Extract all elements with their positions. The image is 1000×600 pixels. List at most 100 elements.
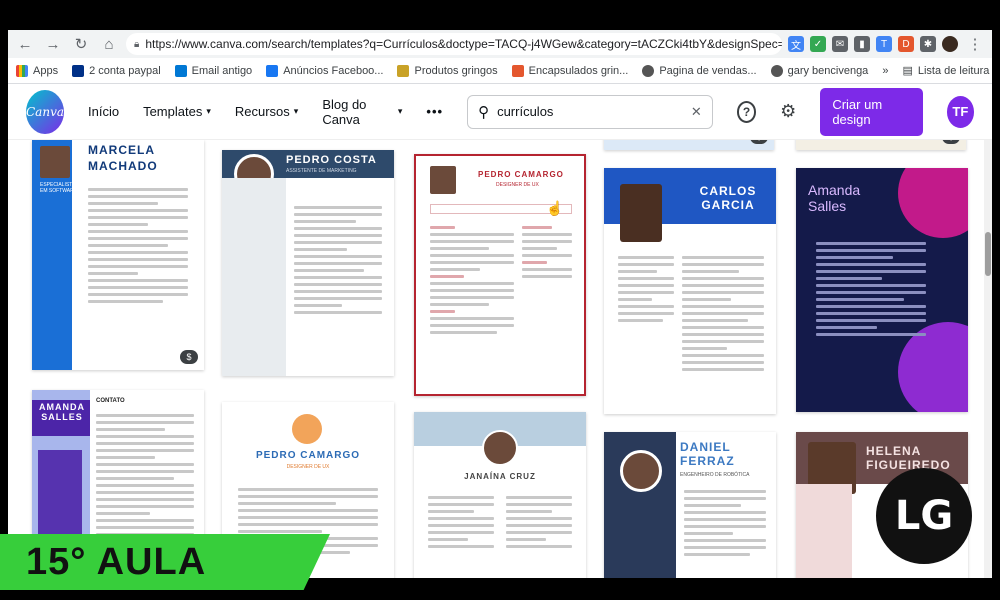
template-subtitle: CONTATO bbox=[96, 398, 125, 404]
document-icon bbox=[266, 64, 279, 77]
page-scrollbar[interactable] bbox=[984, 140, 992, 578]
lock-icon: 🔒︎ bbox=[134, 38, 140, 50]
template-card[interactable]: CARLOS GARCIA bbox=[604, 168, 776, 414]
product-icon bbox=[511, 64, 524, 77]
bookmark-pagina-vendas[interactable]: Pagina de vendas... bbox=[642, 64, 757, 77]
template-name: CARLOS GARCIA bbox=[699, 184, 757, 212]
price-badge: $ bbox=[180, 350, 198, 364]
url-text: https://www.canva.com/search/templates?q… bbox=[145, 37, 782, 51]
more-dots-icon[interactable]: ••• bbox=[426, 104, 443, 119]
template-subtitle: ESPECIALISTA EM SOFTWARE bbox=[40, 182, 78, 194]
reading-list[interactable]: ▤ Lista de leitura bbox=[902, 64, 989, 78]
text-lines bbox=[506, 492, 572, 552]
template-card-selected[interactable]: PEDRO CAMARGO DESIGNER DE UX ☝ bbox=[414, 154, 586, 396]
scrollbar-thumb[interactable] bbox=[985, 232, 991, 276]
mouse-cursor: ☝ bbox=[546, 200, 564, 216]
text-lines bbox=[618, 252, 674, 326]
bookmark-apps[interactable]: Apps bbox=[16, 64, 58, 77]
mail-extension-icon[interactable]: ✉ bbox=[832, 36, 848, 52]
template-name: PEDRO CAMARGO bbox=[478, 170, 564, 179]
reading-list-icon: ▤ bbox=[902, 65, 913, 77]
template-name: MARCELA MACHADO bbox=[88, 143, 158, 173]
profile-photo bbox=[40, 146, 70, 178]
nav-blog[interactable]: Blog do Canva ▾ bbox=[322, 97, 402, 127]
text-lines bbox=[96, 410, 194, 540]
template-grid: $ $ MARCELA MACHADO ESPECIALISTA EM SOFT… bbox=[8, 140, 992, 578]
menu-dots-icon[interactable]: ⋮ bbox=[964, 33, 986, 55]
template-name: Amanda Salles bbox=[808, 182, 861, 214]
canva-header: Canva Início Templates ▾ Recursos ▾ Blog d… bbox=[8, 84, 992, 140]
card-left-column bbox=[222, 178, 286, 376]
bookmark-extension-icon[interactable]: ▮ bbox=[854, 36, 870, 52]
template-card[interactable]: DANIEL FERRAZ ENGENHEIRO DE ROBÓTICA bbox=[604, 432, 776, 578]
template-name: PEDRO CAMARGO bbox=[255, 450, 361, 461]
home-icon[interactable]: ⌂ bbox=[98, 33, 120, 55]
template-card[interactable]: MARCELA MACHADO ESPECIALISTA EM SOFTWARE… bbox=[32, 140, 204, 370]
template-card[interactable]: JANAÍNA CRUZ bbox=[414, 412, 586, 578]
template-subtitle: ASSISTENTE DE MARKETING bbox=[286, 168, 357, 174]
template-name: JANAÍNA CRUZ bbox=[464, 472, 536, 481]
bookmark-produtos[interactable]: Produtos gringos bbox=[397, 64, 498, 77]
clear-icon[interactable]: ✕ bbox=[691, 104, 702, 120]
bookmark-encapsulados[interactable]: Encapsulados grin... bbox=[511, 64, 628, 77]
price-badge: $ bbox=[942, 140, 960, 144]
lesson-banner: 15° AULA bbox=[0, 534, 330, 590]
puzzle-icon[interactable]: ✱ bbox=[920, 36, 936, 52]
settings-gear-icon[interactable]: ⚙ bbox=[780, 101, 796, 122]
address-bar[interactable]: 🔒︎ https://www.canva.com/search/template… bbox=[126, 33, 782, 55]
text-lines bbox=[684, 486, 766, 560]
browser-toolbar: ← → ↻ ⌂ 🔒︎ https://www.canva.com/search/… bbox=[8, 30, 992, 58]
shield-extension-icon[interactable]: ✓ bbox=[810, 36, 826, 52]
user-avatar[interactable]: TF bbox=[946, 95, 974, 128]
text-lines bbox=[88, 184, 188, 307]
globe-icon bbox=[770, 64, 783, 77]
apps-grid-icon bbox=[16, 64, 28, 77]
nav-templates[interactable]: Templates ▾ bbox=[143, 104, 211, 119]
create-design-button[interactable]: Criar um design bbox=[820, 87, 923, 136]
bookmark-email[interactable]: Email antigo bbox=[174, 64, 252, 77]
template-subtitle: DESIGNER DE UX bbox=[286, 464, 330, 470]
bookmark-facebook-ads[interactable]: Anúncios Faceboo... bbox=[266, 64, 383, 77]
nav-inicio[interactable]: Início bbox=[88, 104, 119, 119]
template-card[interactable]: PEDRO COSTA ASSISTENTE DE MARKETING bbox=[222, 150, 394, 376]
profile-photo bbox=[482, 430, 518, 466]
translate-extension-icon[interactable]: 文 bbox=[788, 36, 804, 52]
price-badge: $ bbox=[750, 140, 768, 144]
template-subtitle: DESIGNER DE UX bbox=[496, 182, 539, 188]
text-lines bbox=[430, 222, 514, 338]
docs-extension-icon[interactable]: T bbox=[876, 36, 892, 52]
template-name: AMANDA SALLES bbox=[39, 402, 85, 422]
reload-icon[interactable]: ↻ bbox=[70, 33, 92, 55]
template-card-peek[interactable]: $ bbox=[796, 140, 966, 150]
canva-logo[interactable]: Canva bbox=[26, 89, 64, 134]
template-name: DANIEL FERRAZ bbox=[680, 440, 735, 468]
bookmarks-bar: Apps 2 conta paypal Email antigo Anúncio… bbox=[8, 58, 992, 84]
help-icon[interactable]: ? bbox=[736, 100, 757, 123]
search-input[interactable]: ⚲ currículos ✕ bbox=[467, 94, 713, 129]
chevron-right-icon[interactable]: » bbox=[882, 65, 888, 77]
template-card[interactable]: Amanda Salles bbox=[796, 168, 968, 412]
outlook-icon bbox=[174, 64, 187, 77]
video-frame: ← → ↻ ⌂ 🔒︎ https://www.canva.com/search/… bbox=[0, 0, 1000, 600]
back-icon[interactable]: ← bbox=[14, 33, 36, 55]
browser-window: ← → ↻ ⌂ 🔒︎ https://www.canva.com/search/… bbox=[8, 30, 992, 578]
chevron-down-icon: ▾ bbox=[206, 106, 211, 116]
bookmark-gary[interactable]: gary bencivenga bbox=[770, 64, 868, 77]
profile-avatar[interactable] bbox=[942, 36, 958, 52]
template-card-peek[interactable]: $ bbox=[604, 140, 774, 150]
product-icon bbox=[397, 64, 410, 77]
chevron-down-icon: ▾ bbox=[293, 106, 299, 116]
profile-photo bbox=[620, 184, 662, 242]
paypal-icon bbox=[72, 64, 85, 77]
text-lines bbox=[682, 252, 764, 375]
template-subtitle: ENGENHEIRO DE ROBÓTICA bbox=[680, 472, 750, 478]
forward-icon[interactable]: → bbox=[42, 33, 64, 55]
text-lines bbox=[294, 202, 382, 318]
nav-recursos[interactable]: Recursos ▾ bbox=[235, 104, 298, 119]
text-lines bbox=[522, 222, 572, 282]
profile-photo bbox=[430, 166, 456, 194]
brand-extension-icon[interactable]: D bbox=[898, 36, 914, 52]
chevron-down-icon: ▾ bbox=[397, 106, 403, 116]
bookmark-paypal[interactable]: 2 conta paypal bbox=[72, 64, 161, 77]
globe-icon bbox=[642, 64, 655, 77]
